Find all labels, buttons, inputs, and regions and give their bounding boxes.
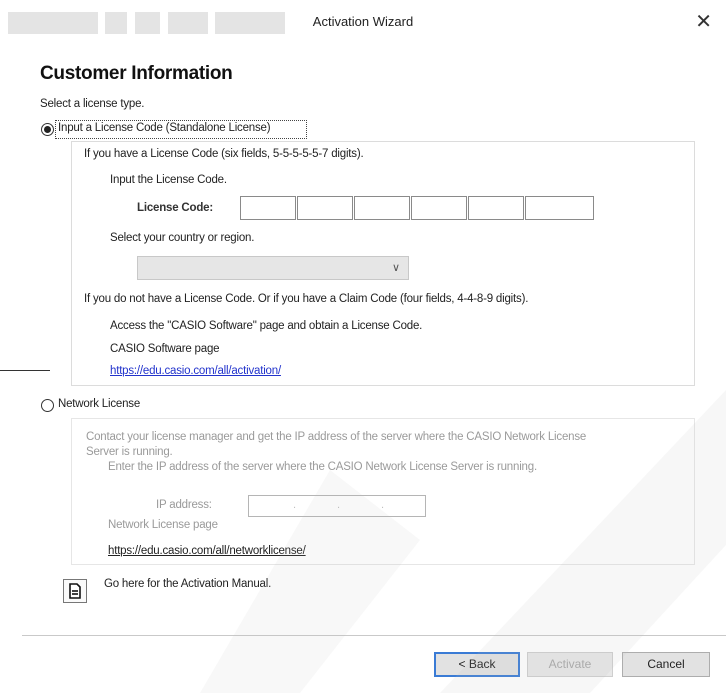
standalone-license-label[interactable]: Input a License Code (Standalone License…	[58, 122, 271, 134]
license-code-field-6[interactable]	[525, 196, 594, 220]
license-code-field-2[interactable]	[297, 196, 353, 220]
activation-manual-link[interactable]: Go here for the Activation Manual.	[104, 578, 271, 590]
input-code-text: Input the License Code.	[110, 174, 227, 186]
have-code-text: If you have a License Code (six fields, …	[84, 148, 364, 160]
ip-separator: .	[337, 499, 341, 511]
network-contact-text-2: Server is running.	[86, 446, 173, 458]
title-bar: Activation Wizard ✕	[0, 0, 726, 44]
enter-ip-text: Enter the IP address of the server where…	[108, 461, 537, 473]
software-page-link[interactable]: https://edu.casio.com/all/activation/	[110, 365, 281, 377]
license-code-field-3[interactable]	[354, 196, 410, 220]
cancel-button[interactable]: Cancel	[622, 652, 710, 677]
country-select[interactable]: ∨	[137, 256, 409, 280]
ip-separator: .	[293, 499, 297, 511]
license-code-field-1[interactable]	[240, 196, 296, 220]
ip-address-label: IP address:	[156, 499, 212, 511]
network-contact-text-1: Contact your license manager and get the…	[86, 431, 587, 443]
standalone-license-radio[interactable]	[41, 123, 54, 136]
close-icon[interactable]: ✕	[695, 10, 712, 34]
page-title: Customer Information	[40, 63, 233, 84]
no-code-text: If you do not have a License Code. Or if…	[84, 293, 529, 305]
country-label: Select your country or region.	[110, 232, 255, 244]
back-button[interactable]: < Back	[434, 652, 520, 677]
document-icon[interactable]	[63, 579, 87, 603]
access-text: Access the "CASIO Software" page and obt…	[110, 320, 423, 332]
callout-line	[0, 370, 50, 371]
select-license-type-label: Select a license type.	[40, 98, 145, 110]
network-license-label[interactable]: Network License	[58, 398, 140, 410]
software-page-label: CASIO Software page	[110, 343, 220, 355]
chevron-down-icon: ∨	[391, 262, 400, 274]
divider	[22, 635, 726, 636]
license-code-label: License Code:	[137, 202, 214, 214]
ip-separator: .	[381, 499, 385, 511]
network-page-label: Network License page	[108, 519, 218, 531]
license-code-field-5[interactable]	[468, 196, 524, 220]
activate-button[interactable]: Activate	[527, 652, 613, 677]
license-code-field-4[interactable]	[411, 196, 467, 220]
network-license-radio[interactable]	[41, 399, 54, 412]
network-license-link[interactable]: https://edu.casio.com/all/networklicense…	[108, 545, 306, 557]
ip-address-field: . . .	[248, 495, 426, 517]
window-title: Activation Wizard	[312, 14, 414, 29]
